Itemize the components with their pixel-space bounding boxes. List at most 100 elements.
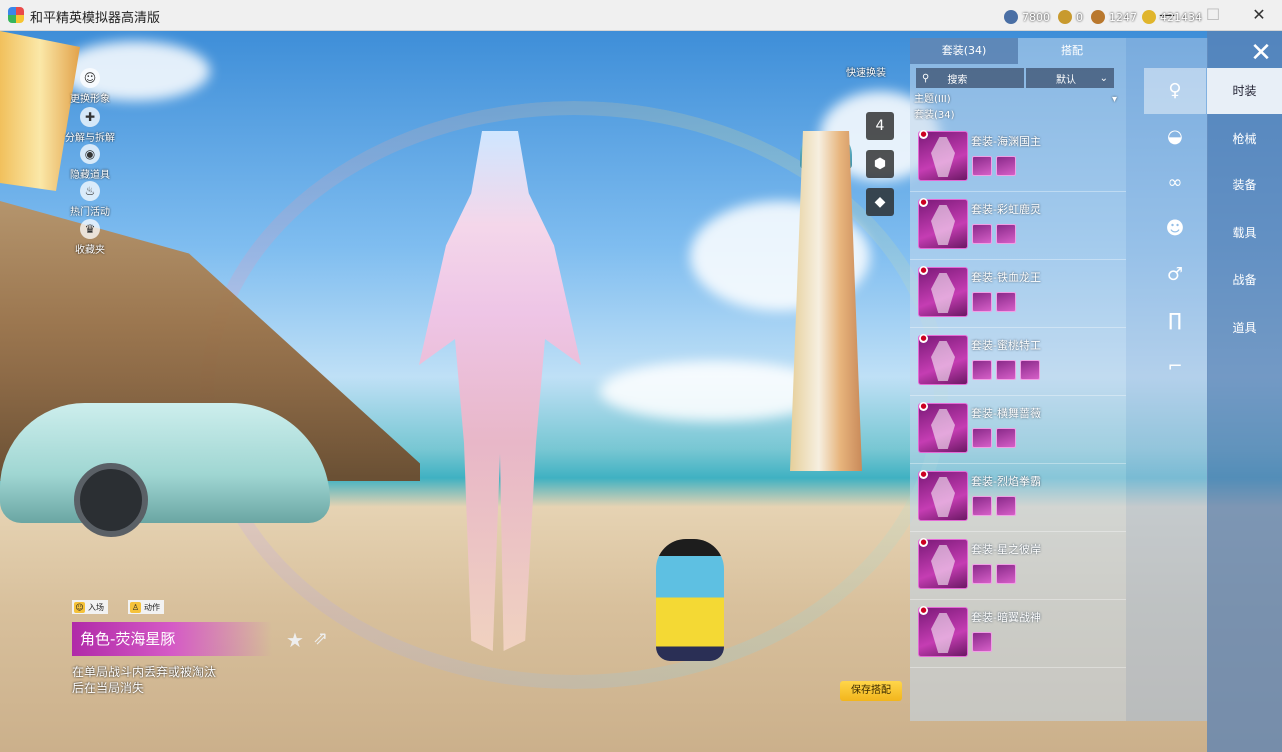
category-fashion[interactable]: 时装 [1207,68,1282,114]
badge-icon: ● [919,470,928,479]
left-menu-dismantle[interactable]: ✚ 分解与拆解 [60,107,120,144]
currency-3: 1247 [1091,10,1137,24]
shoes-icon: ⌐ [1167,356,1183,377]
badge-icon: ● [919,130,928,139]
outfit-part-icon [972,428,992,448]
close-icon[interactable]: ✕ [1246,38,1276,68]
quick-swap-diamond[interactable]: ◆ [866,188,894,216]
outfit-item[interactable]: ● 套装-横舞蔷薇 [910,396,1126,464]
sort-dropdown[interactable]: 默认 ⌄ [1026,68,1114,88]
pet-model [656,539,724,661]
tab-mix[interactable]: 搭配 [1018,38,1126,64]
currency-1: 7800 [1004,10,1050,24]
outfit-part-icon [996,428,1016,448]
rail-body[interactable]: ♀ [1144,68,1206,114]
mask-icon: ☻ [1165,218,1185,239]
dismantle-icon: ✚ [80,107,100,127]
quick-swap-badge[interactable]: ⬢ [866,150,894,178]
search-input[interactable]: ⚲ 搜索 [916,68,1024,88]
outfit-part-icon [972,156,992,176]
currency-4: 421434 [1142,10,1202,24]
badge-icon: ● [919,334,928,343]
outfit-part-icon [972,292,992,312]
character-name: 角色-荧海星豚 [72,622,272,656]
category-items[interactable]: 道具 [1207,305,1282,351]
coin-icon [1058,10,1072,24]
set-count-label: 套装(34) [914,110,955,121]
outfit-item[interactable]: ● 套装-蜜桃特工 [910,328,1126,396]
outfit-item[interactable]: ● 套装-星之彼岸 [910,532,1126,600]
coin-icon [1004,10,1018,24]
tab-entrance[interactable]: ☺ 入场 [72,600,108,614]
category-supplies[interactable]: 战备 [1207,257,1282,303]
car-wheel [74,463,148,537]
glasses-icon: ∞ [1167,172,1183,193]
left-menu-change-look[interactable]: ☺ 更换形象 [60,68,120,105]
theme-filter[interactable]: 主题(III) ▾ [910,92,1126,108]
outfit-part-icon [996,564,1016,584]
currency-2: 0 [1058,10,1083,24]
quick-swap-label: 快速换装 [846,68,886,79]
badge-icon: ● [919,538,928,547]
person-icon: ♙ [130,601,141,613]
category-weapons[interactable]: 枪械 [1207,116,1282,162]
outfit-item[interactable]: ● 套装-海渊国主 [910,124,1126,192]
chevron-down-icon: ⌄ [1099,72,1108,84]
search-row: ⚲ 搜索 默认 ⌄ [916,68,1120,88]
outfit-tabs: 套装(34) 搭配 [910,38,1126,64]
outfit-part-icon [996,292,1016,312]
badge-icon: ● [919,266,928,275]
hanger-icon: 4 [875,118,885,134]
rail-mask[interactable]: ☻ [1144,206,1206,252]
outfit-part-icon [996,224,1016,244]
outfit-item[interactable]: ● 套装-彩虹鹿灵 [910,192,1126,260]
star-icon[interactable]: ★ [286,628,304,652]
diamond-icon: ◆ [874,194,886,210]
pants-icon: ∏ [1168,310,1182,331]
left-menu-events[interactable]: ♨ 热门活动 [60,181,120,218]
rail-glasses[interactable]: ∞ [1144,160,1206,206]
flame-icon: ♨ [80,181,100,201]
tab-action[interactable]: ♙ 动作 [128,600,164,614]
outfit-part-icon [996,496,1016,516]
car [0,403,330,537]
close-window-button[interactable]: ✕ [1236,0,1282,30]
rail-pants[interactable]: ∏ [1144,298,1206,344]
top-icon: ♂ [1166,264,1184,285]
crown-icon: ♛ [80,219,100,239]
outfit-item[interactable]: ● 套装-烈焰拳霸 [910,464,1126,532]
rail-cap[interactable]: ◒ [1144,114,1206,160]
badge-icon: ⬢ [873,156,887,172]
rail-top[interactable]: ♂ [1144,252,1206,298]
quick-swap-slot[interactable]: 4 [866,112,894,140]
character-description: 在单局战斗内丢弃或被淘汰后在当局消失 [72,665,217,695]
outfit-part-icon [972,632,992,652]
tab-sets[interactable]: 套装(34) [910,38,1018,64]
badge-icon: ● [919,198,928,207]
outfit-part-icon [972,496,992,516]
category-vehicles[interactable]: 载具 [1207,210,1282,256]
body-icon: ♀ [1168,80,1182,101]
rail-shoes[interactable]: ⌐ [1144,344,1206,390]
category-equipment[interactable]: 装备 [1207,162,1282,208]
window-titlebar: 和平精英模拟器高清版 — ☐ ✕ [0,0,1282,31]
left-menu-favorites[interactable]: ♛ 收藏夹 [60,219,120,256]
app-icon [8,7,24,23]
badge-icon: ● [919,606,928,615]
outfit-part-icon [972,224,992,244]
outfit-part-icon [972,360,992,380]
outfit-part-icon [996,156,1016,176]
window-title: 和平精英模拟器高清版 [30,11,161,26]
eye-icon: ◉ [80,144,100,164]
share-icon[interactable]: ⇗ [313,628,328,649]
outfit-part-icon [1020,360,1040,380]
left-menu-hide[interactable]: ◉ 隐藏道具 [60,144,120,181]
outfit-part-icon [996,360,1016,380]
person-icon: ☺ [80,68,100,88]
outfit-item[interactable]: ● 套装-暗翼战神 [910,600,1126,668]
save-outfit-button[interactable]: 保存搭配 [840,681,902,701]
badge-icon: ● [919,402,928,411]
coin-icon [1142,10,1156,24]
outfit-item[interactable]: ● 套装-铁血龙王 [910,260,1126,328]
outfit-part-icon [972,564,992,584]
